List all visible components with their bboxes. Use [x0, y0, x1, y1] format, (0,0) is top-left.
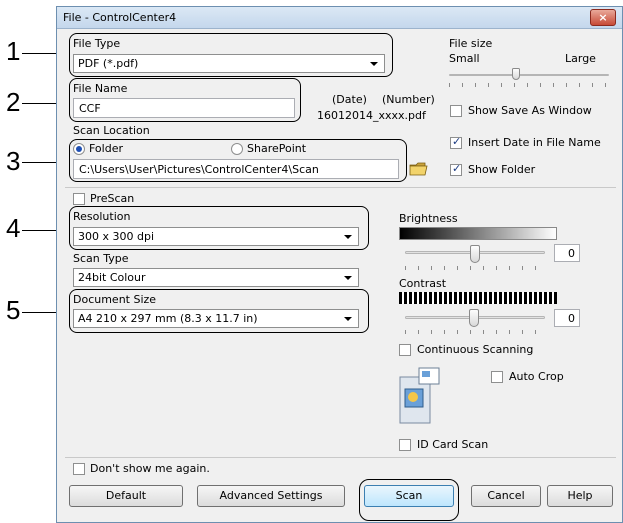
callout-number-4: 4 — [6, 213, 21, 243]
brightness-value: 0 — [568, 247, 575, 260]
id-card-scan-label: ID Card Scan — [417, 438, 489, 451]
resolution-select[interactable]: 300 x 300 dpi — [73, 227, 359, 246]
number-token-label: (Number) — [382, 93, 435, 106]
file-type-value: PDF (*.pdf) — [78, 57, 139, 70]
brightness-gradient-bar — [399, 227, 557, 240]
auto-crop-preview-icon — [399, 367, 443, 425]
callout-number-5: 5 — [6, 295, 21, 325]
scan-type-select[interactable]: 24bit Colour — [73, 268, 359, 287]
chevron-down-icon — [344, 317, 352, 321]
help-button[interactable]: Help — [547, 485, 613, 507]
sharepoint-radio[interactable] — [231, 143, 243, 155]
default-button-label: Default — [105, 489, 147, 502]
callout-number-1: 1 — [6, 36, 21, 66]
date-token-label: (Date) — [332, 93, 367, 106]
window-title: File - ControlCenter4 — [63, 11, 177, 24]
brightness-label: Brightness — [399, 212, 458, 225]
chevron-down-icon — [370, 62, 378, 66]
file-size-slider-track — [449, 74, 609, 76]
show-folder-label: Show Folder — [468, 163, 536, 176]
brightness-value-field[interactable]: 0 — [554, 244, 580, 262]
prescan-checkbox[interactable] — [73, 193, 85, 205]
show-save-as-label: Show Save As Window — [468, 104, 592, 117]
callout-number-3: 3 — [6, 146, 21, 176]
file-name-input[interactable]: CCF — [73, 98, 295, 118]
file-size-label: File size — [449, 37, 493, 50]
scan-button-label: Scan — [395, 489, 423, 502]
file-size-large-label: Large — [565, 52, 596, 65]
contrast-label: Contrast — [399, 277, 447, 290]
callout-number-2: 2 — [6, 87, 21, 117]
id-card-scan-checkbox[interactable] — [399, 439, 411, 451]
contrast-stripe-bar — [399, 292, 557, 304]
contrast-value-field[interactable]: 0 — [554, 309, 580, 327]
brightness-ticks — [405, 266, 545, 270]
chevron-down-icon — [344, 276, 352, 280]
document-size-select[interactable]: A4 210 x 297 mm (8.3 x 11.7 in) — [73, 309, 359, 328]
contrast-slider-thumb[interactable] — [469, 309, 479, 327]
resolution-label: Resolution — [73, 210, 131, 223]
file-name-label: File Name — [73, 82, 128, 95]
close-button[interactable]: × — [590, 9, 616, 26]
dont-show-label: Don't show me again. — [90, 462, 210, 475]
scan-location-path-input[interactable]: C:\Users\User\Pictures\ControlCenter4\Sc… — [73, 159, 399, 179]
divider — [65, 187, 616, 188]
auto-crop-label: Auto Crop — [509, 370, 564, 383]
folder-radio[interactable] — [73, 143, 85, 155]
close-icon: × — [598, 11, 608, 24]
file-size-ticks — [449, 83, 609, 87]
auto-crop-checkbox[interactable] — [491, 371, 503, 383]
cancel-button[interactable]: Cancel — [471, 485, 541, 507]
default-button[interactable]: Default — [69, 485, 183, 507]
continuous-scanning-label: Continuous Scanning — [417, 343, 534, 356]
folder-browse-icon[interactable] — [409, 161, 429, 177]
brightness-slider-thumb[interactable] — [470, 245, 480, 263]
prescan-label: PreScan — [90, 192, 135, 205]
contrast-ticks — [405, 330, 545, 334]
scan-button[interactable]: Scan — [364, 485, 454, 507]
title-bar: File - ControlCenter4 × — [57, 7, 622, 29]
scan-location-label: Scan Location — [73, 124, 150, 137]
file-name-value: CCF — [79, 102, 101, 115]
folder-radio-label: Folder — [89, 142, 123, 155]
scan-type-value: 24bit Colour — [78, 271, 146, 284]
document-size-value: A4 210 x 297 mm (8.3 x 11.7 in) — [78, 312, 258, 325]
file-name-preview: 16012014_xxxx.pdf — [317, 109, 426, 122]
scan-location-path-value: C:\Users\User\Pictures\ControlCenter4\Sc… — [79, 163, 319, 176]
contrast-value: 0 — [568, 312, 575, 325]
show-save-as-checkbox[interactable] — [450, 105, 462, 117]
file-size-small-label: Small — [449, 52, 480, 65]
insert-date-checkbox[interactable] — [450, 135, 462, 149]
continuous-scanning-checkbox[interactable] — [399, 344, 411, 356]
show-folder-checkbox[interactable] — [450, 162, 462, 176]
dont-show-checkbox[interactable] — [73, 463, 85, 475]
advanced-settings-button[interactable]: Advanced Settings — [197, 485, 345, 507]
file-type-select[interactable]: PDF (*.pdf) — [73, 54, 385, 73]
chevron-down-icon — [344, 235, 352, 239]
document-size-label: Document Size — [73, 293, 157, 306]
file-type-label: File Type — [73, 37, 121, 50]
cancel-button-label: Cancel — [487, 489, 525, 502]
advanced-settings-button-label: Advanced Settings — [219, 489, 323, 502]
file-size-slider-thumb[interactable] — [512, 68, 520, 80]
scan-type-label: Scan Type — [73, 252, 129, 265]
file-scan-dialog: File - ControlCenter4 × File Type PDF (*… — [56, 6, 623, 523]
divider — [65, 457, 616, 458]
sharepoint-radio-label: SharePoint — [247, 142, 307, 155]
insert-date-label: Insert Date in File Name — [468, 136, 601, 149]
help-button-label: Help — [567, 489, 593, 502]
resolution-value: 300 x 300 dpi — [78, 230, 155, 243]
